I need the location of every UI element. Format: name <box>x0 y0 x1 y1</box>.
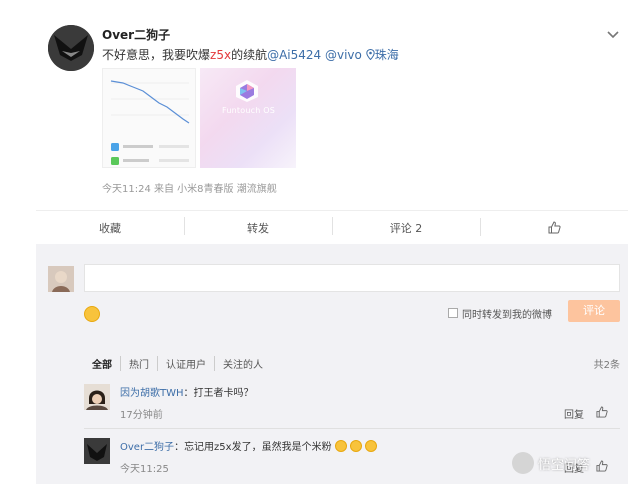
repost-checkbox-label: 同时转发到我的微博 <box>462 310 552 321</box>
comment-section: 同时转发到我的微博 评论 全部 热门 认证用户 关注的人 共2条 因为胡歌TWH… <box>36 244 628 484</box>
mention-vivo[interactable]: @vivo <box>325 48 362 62</box>
comment-time: 今天11:25 <box>120 464 169 475</box>
comment-text: 忘记用z5x发了，虽然我是个米粉 <box>184 442 332 453</box>
current-user-avatar <box>48 266 74 292</box>
battery-screenshot-thumbnail[interactable] <box>102 68 196 168</box>
submit-comment-button[interactable]: 评论 <box>568 300 620 322</box>
comment-separator: ： <box>183 388 194 399</box>
mention-ai5424[interactable]: @Ai5424 <box>267 48 321 62</box>
comment-line: Over二狗子：忘记用z5x发了，虽然我是个米粉 <box>120 438 377 453</box>
emoji-icon[interactable] <box>84 306 100 322</box>
post-username[interactable]: Over二狗子 <box>102 26 170 43</box>
post-meta: 今天11:24 来自 小米8青春版 潮流旗舰 <box>102 184 277 195</box>
comment-button[interactable]: 评论 2 <box>332 216 480 236</box>
post-text: 不好意思，我要吹爆z5x的续航@Ai5424 @vivo 珠海 <box>102 46 399 63</box>
comment-text: 打王者卡吗？ <box>193 388 254 399</box>
emoji-face-icon <box>364 440 377 452</box>
tab-hot[interactable]: 热门 <box>120 356 157 371</box>
commenter-name[interactable]: 因为胡歌TWH <box>120 388 184 399</box>
location-pin-icon <box>366 48 375 61</box>
commenter-avatar[interactable] <box>84 384 110 410</box>
comment-line: 因为胡歌TWH：打王者卡吗？ <box>120 384 254 399</box>
favorite-button[interactable]: 收藏 <box>36 220 184 236</box>
like-button[interactable] <box>480 217 628 236</box>
comment-item: 因为胡歌TWH：打王者卡吗？ 17分钟前 回复 <box>84 384 620 421</box>
location-link[interactable]: 珠海 <box>366 48 399 62</box>
emoji-face-icon <box>334 440 347 452</box>
post-text-suffix: 的续航 <box>231 48 268 62</box>
comment-filter-tabs: 全部 热门 认证用户 关注的人 <box>92 356 271 371</box>
funtouch-logo-icon <box>236 80 258 102</box>
repost-button[interactable]: 转发 <box>184 216 332 236</box>
reply-button[interactable]: 回复 <box>564 406 584 421</box>
post-text-highlight: z5x <box>210 48 232 62</box>
comment-input[interactable] <box>84 264 620 292</box>
watermark-text: 悟空问答 <box>538 457 591 473</box>
comment-divider <box>84 428 620 429</box>
post-text-prefix: 不好意思，我要吹爆 <box>102 48 211 62</box>
tab-verified[interactable]: 认证用户 <box>157 356 214 371</box>
comment-count: 共2条 <box>593 360 620 371</box>
tab-all[interactable]: 全部 <box>92 356 120 371</box>
watermark-logo-icon <box>512 452 534 474</box>
thumbs-up-icon <box>548 221 561 234</box>
user-avatar[interactable] <box>48 25 94 71</box>
emoji-face-icon <box>349 440 362 452</box>
repost-checkbox[interactable] <box>448 308 458 318</box>
funtouch-os-thumbnail[interactable]: Funtouch OS <box>200 68 296 168</box>
chevron-down-icon[interactable] <box>605 26 621 42</box>
comment-separator: ： <box>174 442 185 453</box>
wukong-watermark: 悟空问答 <box>512 452 590 474</box>
thumbs-up-icon[interactable] <box>596 460 608 472</box>
tab-following[interactable]: 关注的人 <box>214 356 271 371</box>
thumbs-up-icon[interactable] <box>596 406 608 418</box>
funtouch-os-label: Funtouch OS <box>222 106 275 115</box>
commenter-avatar[interactable] <box>84 438 110 464</box>
commenter-name[interactable]: Over二狗子 <box>120 442 174 453</box>
comment-time: 17分钟前 <box>120 410 163 421</box>
location-label: 珠海 <box>374 48 399 62</box>
action-bar: 收藏 转发 评论 2 <box>36 210 628 244</box>
